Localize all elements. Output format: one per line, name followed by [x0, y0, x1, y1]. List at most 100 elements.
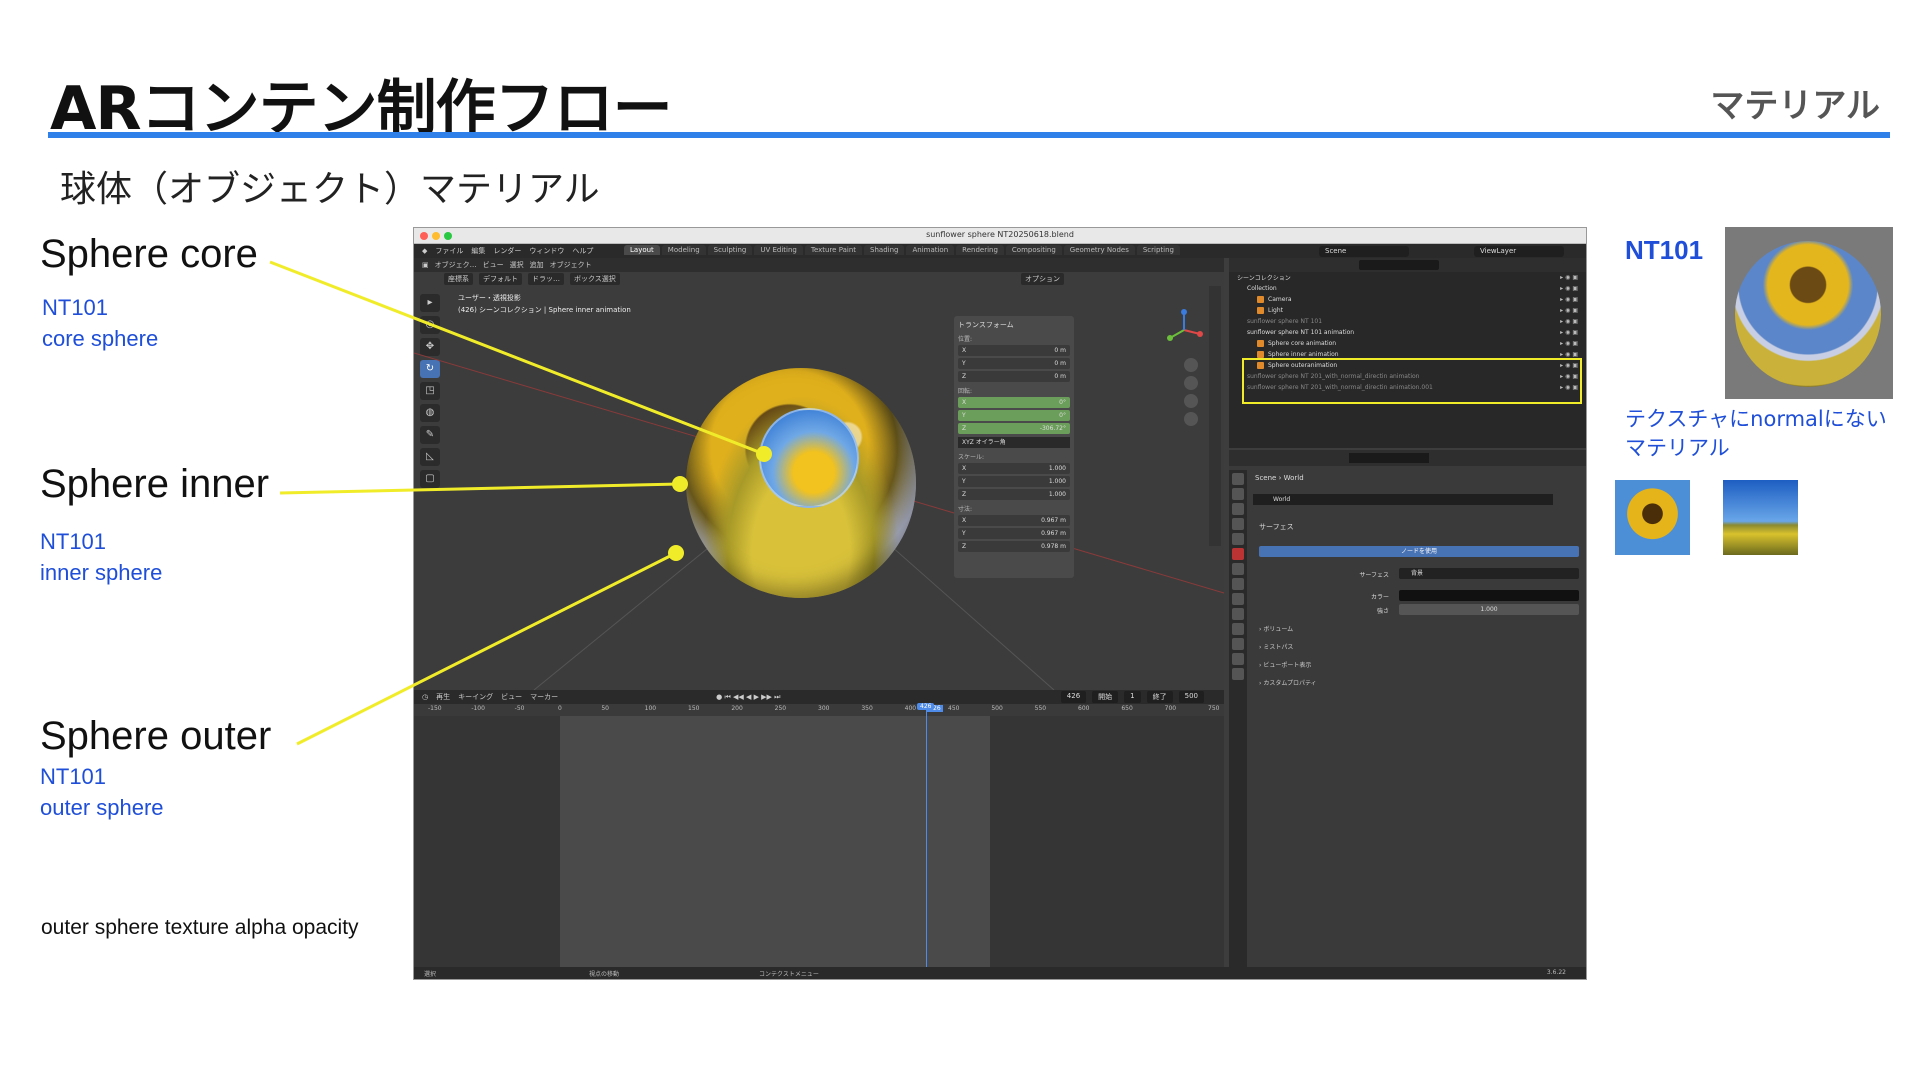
pan-view-icon[interactable] — [1184, 376, 1198, 390]
zoom-view-icon[interactable] — [1184, 358, 1198, 372]
rotation-mode-select[interactable]: XYZ オイラー角 — [958, 437, 1070, 448]
playback-controls[interactable]: ● ⏮ ◀◀ ◀ ▶ ▶▶ ⏭ — [716, 693, 780, 702]
note-outer-model: NT101 — [40, 764, 107, 789]
gizmo-z-handle[interactable] — [1181, 309, 1187, 315]
tab-animation[interactable]: Animation — [906, 245, 955, 255]
visibility-toggle-icons[interactable]: ▸◉▣ — [1560, 340, 1580, 347]
outliner-item[interactable]: シーンコレクション ▸◉▣ — [1229, 272, 1586, 283]
custom-properties-panel-header[interactable]: › カスタムプロパティ — [1259, 678, 1317, 687]
visibility-toggle-icons[interactable]: ▸◉▣ — [1560, 285, 1580, 292]
frame-tick-label: 400 — [904, 705, 917, 712]
menu-file[interactable]: ファイル — [435, 246, 463, 256]
view-layer-selector[interactable]: ViewLayer — [1474, 246, 1564, 257]
surface-panel-header[interactable]: サーフェス — [1259, 522, 1294, 532]
editor-type-icon[interactable]: ◷ — [422, 693, 428, 701]
outliner-item[interactable]: sunflower sphere NT 101 ▸◉▣ — [1229, 316, 1586, 327]
output-tab-icon[interactable] — [1232, 503, 1244, 515]
color-swatch[interactable] — [1399, 590, 1579, 601]
visibility-toggle-icons[interactable]: ▸◉▣ — [1560, 329, 1580, 336]
dimension-x-field[interactable]: X 0.967 m — [958, 515, 1070, 526]
tab-layout[interactable]: Layout — [624, 245, 660, 255]
3d-viewport[interactable]: ▣ オブジェク… ビュー 選択 追加 オブジェクト 座標系 デフォルト ドラッ…… — [414, 258, 1224, 690]
world-datablock-field[interactable]: World — [1253, 494, 1553, 505]
gizmo-x-handle[interactable] — [1197, 331, 1203, 337]
keying-menu[interactable]: キーイング — [458, 692, 493, 702]
scene-selector[interactable]: Scene — [1319, 246, 1409, 257]
viewport-display-panel-header[interactable]: › ビューポート表示 — [1259, 660, 1311, 669]
strength-field[interactable]: 1.000 — [1399, 604, 1579, 615]
visibility-toggle-icons[interactable]: ▸◉▣ — [1560, 351, 1580, 358]
particles-tab-icon[interactable] — [1232, 593, 1244, 605]
scale-z-field[interactable]: Z 1.000 — [958, 489, 1070, 500]
playback-menu[interactable]: 再生 — [436, 692, 450, 702]
rotation-x-field[interactable]: X 0° — [958, 397, 1070, 408]
tab-rendering[interactable]: Rendering — [956, 245, 1004, 255]
outliner-item[interactable]: Camera ▸◉▣ — [1229, 294, 1586, 305]
menu-edit[interactable]: 編集 — [471, 246, 485, 256]
scale-x-field[interactable]: X 1.000 — [958, 463, 1070, 474]
location-x-field[interactable]: X 0 m — [958, 345, 1070, 356]
data-tab-icon[interactable] — [1232, 638, 1244, 650]
start-frame-field[interactable]: 1 — [1124, 691, 1141, 703]
world-tab-icon[interactable] — [1232, 548, 1244, 560]
menu-render[interactable]: レンダー — [493, 246, 521, 256]
ortho-toggle-icon[interactable] — [1184, 412, 1198, 426]
marker-menu[interactable]: マーカー — [530, 692, 558, 702]
view-menu[interactable]: ビュー — [501, 692, 522, 702]
tab-compositing[interactable]: Compositing — [1005, 245, 1062, 255]
camera-view-icon[interactable] — [1184, 394, 1198, 408]
end-frame-field[interactable]: 500 — [1178, 691, 1204, 703]
physics-tab-icon[interactable] — [1232, 608, 1244, 620]
outliner-item[interactable]: sunflower sphere NT 101 animation ▸◉▣ — [1229, 327, 1586, 338]
dimension-y-field[interactable]: Y 0.967 m — [958, 528, 1070, 539]
dimension-z-field[interactable]: Z 0.978 m — [958, 541, 1070, 552]
tab-sculpting[interactable]: Sculpting — [707, 245, 753, 255]
render-tab-icon[interactable] — [1232, 488, 1244, 500]
volume-panel-header[interactable]: › ボリューム — [1259, 624, 1293, 633]
use-nodes-button[interactable]: ノードを使用 — [1259, 546, 1579, 557]
location-y-field[interactable]: Y 0 m — [958, 358, 1070, 369]
view-layer-tab-icon[interactable] — [1232, 518, 1244, 530]
tab-uv-editing[interactable]: UV Editing — [754, 245, 803, 255]
gizmo-y-handle[interactable] — [1167, 335, 1173, 341]
constraints-tab-icon[interactable] — [1232, 623, 1244, 635]
tab-scripting[interactable]: Scripting — [1136, 245, 1180, 255]
outliner-item[interactable]: Collection ▸◉▣ — [1229, 283, 1586, 294]
object-tab-icon[interactable] — [1232, 563, 1244, 575]
visibility-toggle-icons[interactable]: ▸◉▣ — [1560, 318, 1580, 325]
material-tab-icon[interactable] — [1232, 653, 1244, 665]
outliner-item[interactable]: Light ▸◉▣ — [1229, 305, 1586, 316]
tab-geometry-nodes[interactable]: Geometry Nodes — [1063, 245, 1135, 255]
texture-tab-icon[interactable] — [1232, 668, 1244, 680]
rotation-y-field[interactable]: Y 0° — [958, 410, 1070, 421]
sidebar-tabs[interactable] — [1209, 286, 1221, 546]
scene-tab-icon[interactable] — [1232, 533, 1244, 545]
inner-sphere[interactable] — [759, 408, 859, 508]
visibility-toggle-icons[interactable]: ▸◉▣ — [1560, 296, 1580, 303]
outliner-search-input[interactable] — [1359, 260, 1439, 270]
surface-shader-field[interactable]: 背景 — [1399, 568, 1579, 579]
blender-logo-icon[interactable]: ◆ — [422, 247, 427, 255]
tool-tab-icon[interactable] — [1232, 473, 1244, 485]
tab-texture-paint[interactable]: Texture Paint — [804, 245, 863, 255]
location-z-field[interactable]: Z 0 m — [958, 371, 1070, 382]
current-frame-field[interactable]: 426 — [1060, 691, 1087, 703]
frame-ruler[interactable]: -150 -100 -50 0 50 100 150 200 250 300 350 400 426 45… — [414, 704, 1224, 716]
menu-window[interactable]: ウィンドウ — [529, 246, 564, 256]
timeline-editor[interactable]: ◷ 再生 キーイング ビュー マーカー ● ⏮ ◀◀ ◀ ▶ ▶▶ ⏭ 426 … — [414, 690, 1224, 970]
rotation-z-field[interactable]: Z -306.72° — [958, 423, 1070, 434]
tab-shading[interactable]: Shading — [864, 245, 905, 255]
tab-modeling[interactable]: Modeling — [661, 245, 706, 255]
visibility-toggle-icons[interactable]: ▸◉▣ — [1560, 274, 1580, 281]
field-value: 0.967 m — [1041, 517, 1066, 524]
modifier-tab-icon[interactable] — [1232, 578, 1244, 590]
visibility-toggle-icons[interactable]: ▸◉▣ — [1560, 307, 1580, 314]
mist-pass-panel-header[interactable]: › ミストパス — [1259, 642, 1293, 651]
outliner-item[interactable]: Sphere core animation ▸◉▣ — [1229, 338, 1586, 349]
properties-search-input[interactable] — [1349, 453, 1429, 463]
navigation-gizmo[interactable] — [1164, 308, 1204, 348]
scale-y-field[interactable]: Y 1.000 — [958, 476, 1070, 487]
playhead[interactable] — [926, 704, 927, 970]
menu-help[interactable]: ヘルプ — [572, 246, 593, 256]
timeline-track-area[interactable] — [414, 716, 1224, 970]
